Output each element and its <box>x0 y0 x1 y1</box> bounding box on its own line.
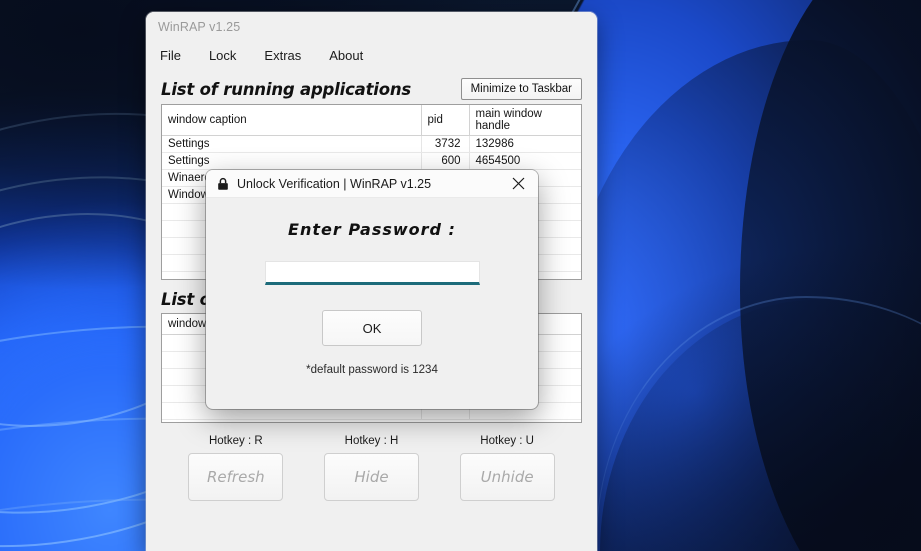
hidden-apps-title: List o <box>161 290 211 309</box>
hotkey-group-hide: Hotkey : H Hide <box>306 435 436 501</box>
desktop: WinRAP v1.25 File Lock Extras About List… <box>0 0 921 551</box>
dialog-titlebar[interactable]: Unlock Verification | WinRAP v1.25 <box>206 170 538 198</box>
unlock-verification-dialog: Unlock Verification | WinRAP v1.25 Enter… <box>206 170 538 409</box>
column-header-caption[interactable]: window caption <box>162 105 421 136</box>
cell-main-window-handle: 4654500 <box>469 153 581 170</box>
minimize-to-taskbar-button[interactable]: Minimize to Taskbar <box>461 78 582 100</box>
table-row[interactable]: Settings6004654500 <box>162 153 581 170</box>
column-header-handle[interactable]: main window handle <box>469 105 581 136</box>
menu-item-lock[interactable]: Lock <box>207 47 238 64</box>
refresh-button[interactable]: Refresh <box>188 453 283 501</box>
menu-item-file[interactable]: File <box>158 47 183 64</box>
dialog-title: Unlock Verification | WinRAP v1.25 <box>237 177 498 191</box>
wallpaper-edge-highlight-2 <box>596 296 921 551</box>
hotkey-button-bar: Hotkey : R Refresh Hotkey : H Hide Hotke… <box>146 423 597 501</box>
cell-window-caption: Settings <box>162 153 421 170</box>
dialog-body: Enter Password : OK *default password is… <box>206 198 538 376</box>
column-header-pid[interactable]: pid <box>421 105 469 136</box>
wallpaper-petal-dark <box>740 0 921 551</box>
hide-button[interactable]: Hide <box>324 453 419 501</box>
wallpaper-petal-2 <box>560 40 921 551</box>
hotkey-label-refresh: Hotkey : R <box>209 435 263 447</box>
menu-bar: File Lock Extras About <box>146 42 597 68</box>
table-header-row: window caption pid main window handle <box>162 105 581 136</box>
password-input[interactable] <box>265 261 480 285</box>
table-row[interactable]: Settings3732132986 <box>162 136 581 153</box>
ok-button[interactable]: OK <box>322 310 422 346</box>
default-password-hint: *default password is 1234 <box>306 364 438 376</box>
wallpaper-petal-3 <box>600 300 921 551</box>
hotkey-label-unhide: Hotkey : U <box>480 435 534 447</box>
lock-icon <box>216 177 230 191</box>
cell-pid: 3732 <box>421 136 469 153</box>
menu-item-extras[interactable]: Extras <box>262 47 303 64</box>
cell-pid: 600 <box>421 153 469 170</box>
unhide-button[interactable]: Unhide <box>460 453 555 501</box>
close-icon[interactable] <box>498 170 538 198</box>
password-field-wrapper <box>265 261 480 285</box>
menu-item-about[interactable]: About <box>327 47 365 64</box>
hotkey-group-unhide: Hotkey : U Unhide <box>442 435 572 501</box>
window-titlebar[interactable]: WinRAP v1.25 <box>146 12 597 42</box>
running-apps-header: List of running applications Minimize to… <box>146 68 597 104</box>
hotkey-group-refresh: Hotkey : R Refresh <box>171 435 301 501</box>
window-title: WinRAP v1.25 <box>158 20 240 34</box>
cell-window-caption: Settings <box>162 136 421 153</box>
running-apps-title: List of running applications <box>161 80 411 99</box>
cell-main-window-handle: 132986 <box>469 136 581 153</box>
password-prompt-label: Enter Password : <box>288 220 456 239</box>
hotkey-label-hide: Hotkey : H <box>345 435 399 447</box>
